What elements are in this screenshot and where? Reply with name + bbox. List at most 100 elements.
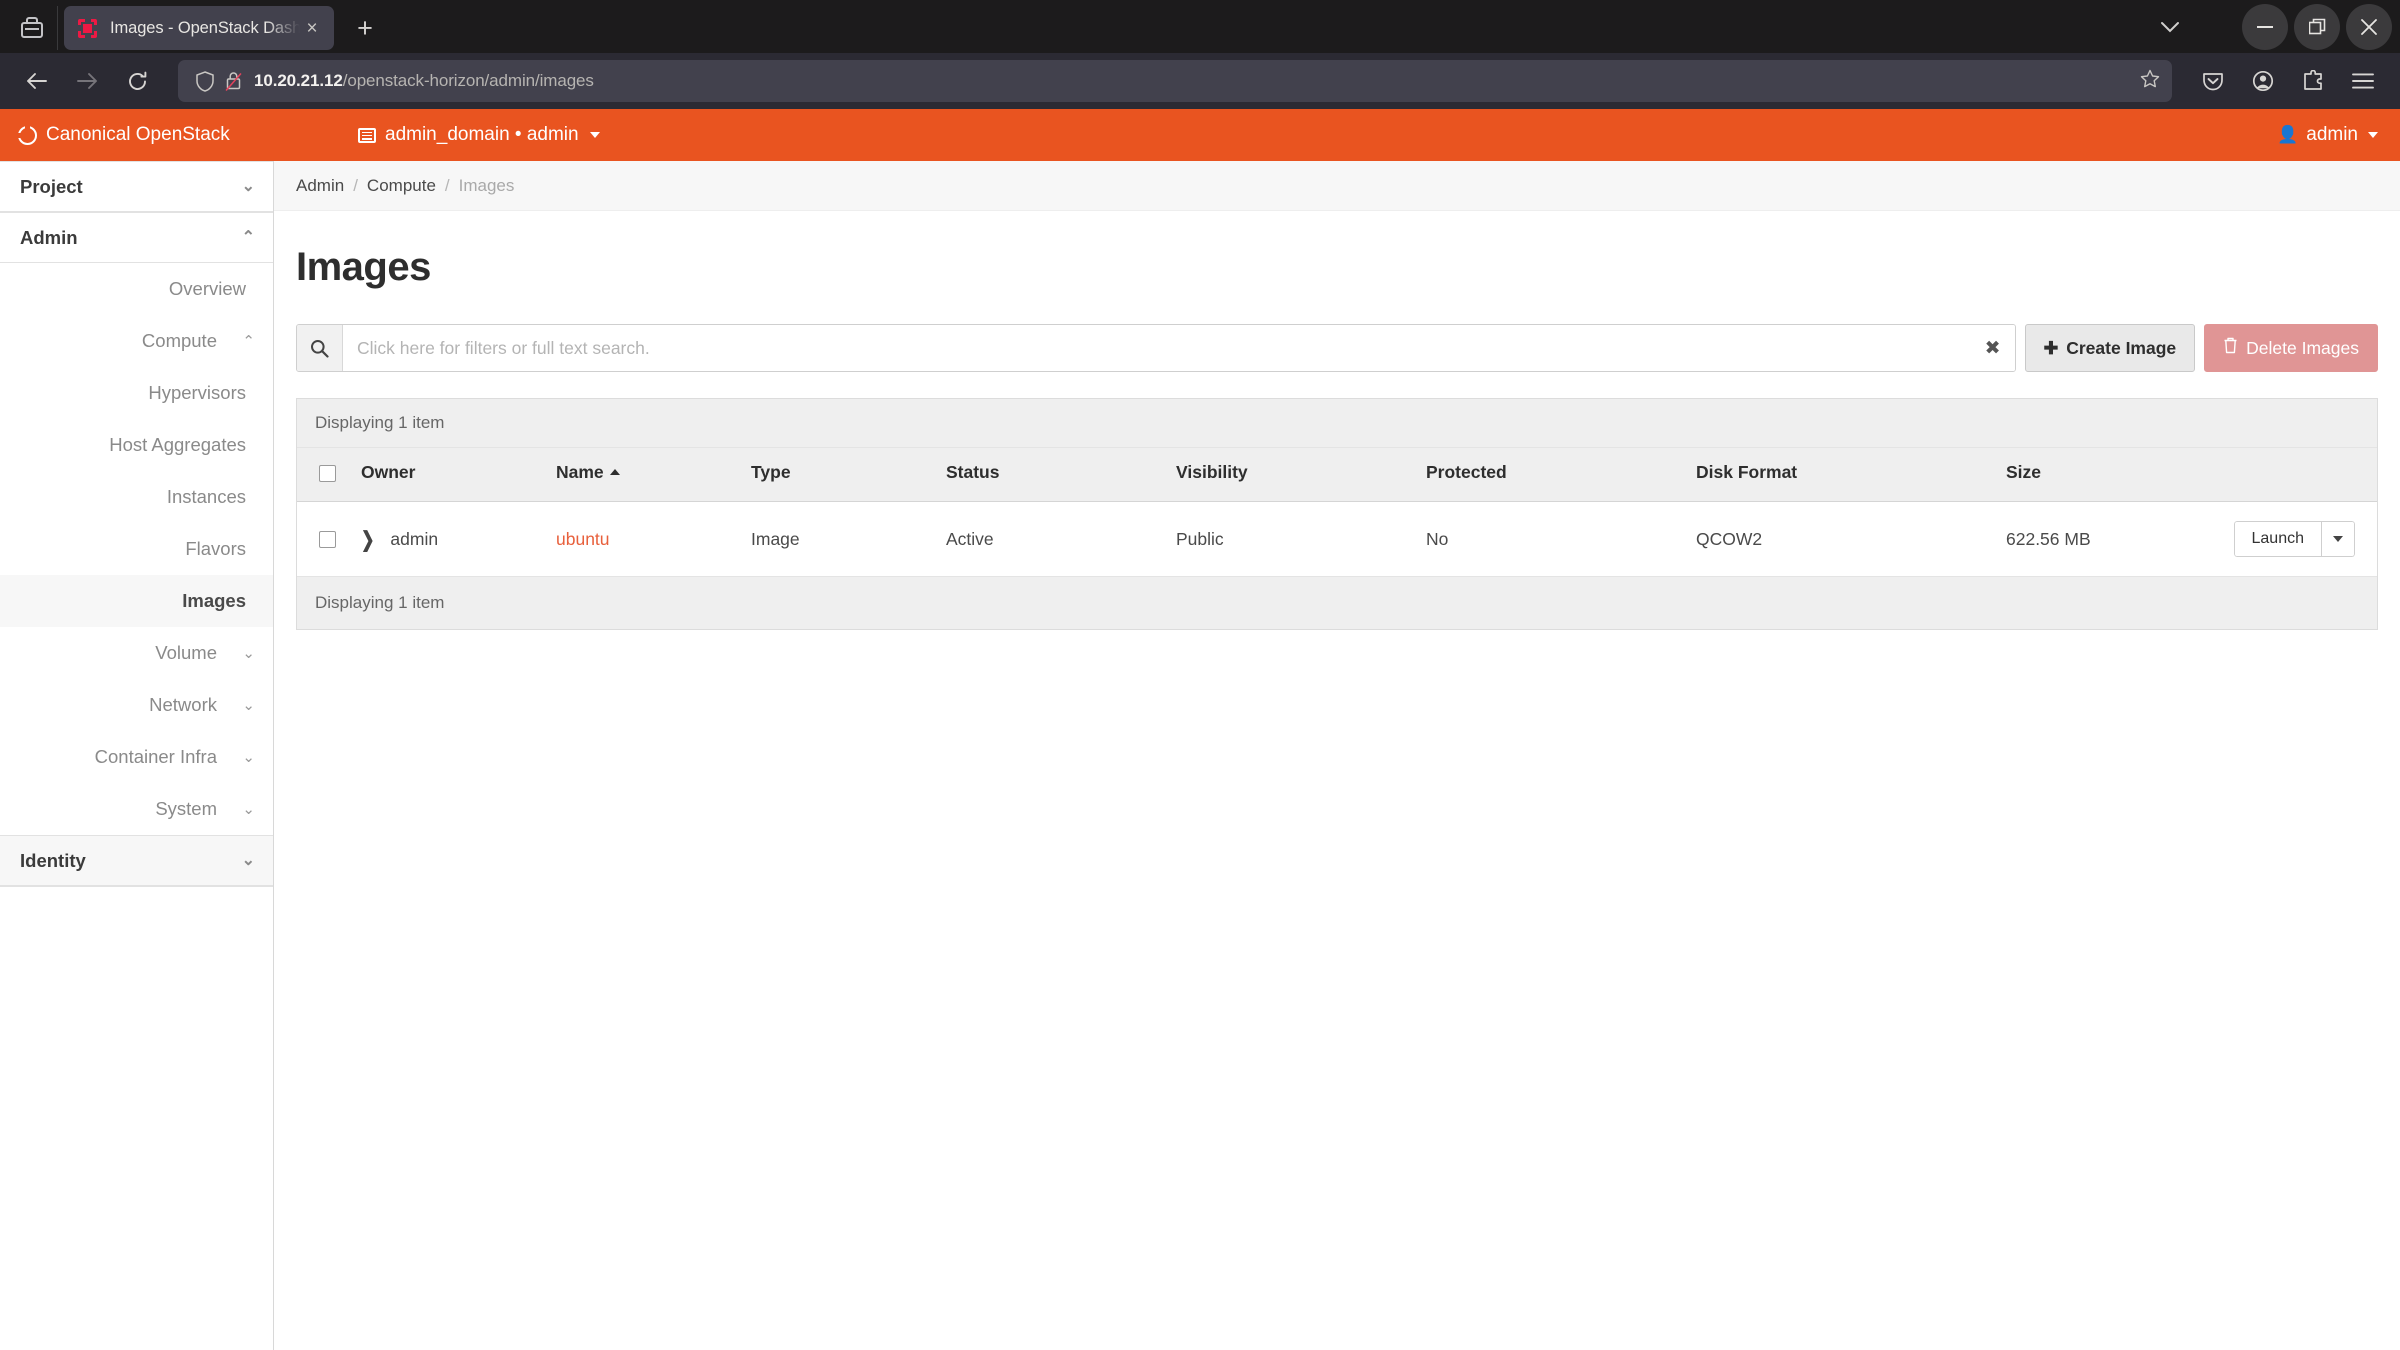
sidebar-item-system[interactable]: System	[0, 783, 273, 835]
back-button[interactable]	[14, 58, 60, 104]
launch-split-button: Launch	[2233, 521, 2355, 557]
sidebar-item-container-infra[interactable]: Container Infra	[0, 731, 273, 783]
sidebar-item-label: Flavors	[185, 538, 246, 559]
window-controls	[2148, 0, 2392, 53]
tab-list-chevron-down-icon[interactable]	[2148, 5, 2192, 49]
breadcrumb: Admin / Compute / Images	[274, 161, 2400, 211]
column-header-actions	[2150, 448, 2377, 502]
launch-button[interactable]: Launch	[2233, 521, 2322, 557]
table-count-bottom: Displaying 1 item	[297, 577, 2377, 629]
sidebar-group-admin[interactable]: Admin	[0, 212, 273, 263]
reload-button[interactable]	[114, 58, 160, 104]
delete-images-label: Delete Images	[2246, 337, 2359, 358]
user-menu[interactable]: 👤 admin	[2277, 124, 2378, 146]
openstack-topbar: Canonical OpenStack admin_domain • admin…	[0, 109, 2400, 161]
bookmark-star-icon[interactable]	[2140, 69, 2160, 93]
openstack-favicon	[77, 17, 98, 39]
filter-search-bar[interactable]: ✖	[296, 324, 2016, 372]
column-header-type[interactable]: Type	[741, 448, 936, 502]
search-input[interactable]	[343, 325, 1971, 371]
sidebar-group-identity[interactable]: Identity	[0, 835, 273, 886]
breadcrumb-separator: /	[444, 175, 450, 195]
column-header-owner[interactable]: Owner	[351, 448, 546, 502]
table-row[interactable]: ❯ admin ubuntu Image Active Public No QCO…	[297, 501, 2377, 577]
breadcrumb-item-compute[interactable]: Compute	[367, 176, 436, 196]
sidebar-item-host-aggregates[interactable]: Host Aggregates	[0, 419, 273, 471]
column-header-status[interactable]: Status	[936, 448, 1166, 502]
sidebar-item-flavors[interactable]: Flavors	[0, 523, 273, 575]
restore-button[interactable]	[2294, 3, 2340, 50]
url-text: 10.20.21.12/openstack-horizon/admin/imag…	[254, 71, 594, 91]
select-all-checkbox[interactable]	[319, 464, 336, 482]
cell-owner: ❯ admin	[351, 501, 546, 577]
project-list-icon	[358, 127, 376, 143]
browser-navigation-bar: 10.20.21.12/openstack-horizon/admin/imag…	[0, 53, 2400, 109]
sidebar-item-label: Compute	[141, 330, 217, 351]
expand-row-chevron-right-icon[interactable]: ❯	[361, 527, 374, 553]
extensions-icon[interactable]	[2290, 58, 2336, 104]
close-tab-icon[interactable]: ×	[300, 16, 324, 40]
cell-disk-format: QCOW2	[1686, 501, 1996, 577]
breadcrumb-item-admin[interactable]: Admin	[296, 176, 344, 196]
firefox-view-button[interactable]	[6, 6, 58, 50]
breadcrumb-separator: /	[353, 175, 358, 195]
forward-button[interactable]	[64, 58, 110, 104]
clear-search-icon[interactable]: ✖	[1970, 325, 2015, 371]
sidebar-item-instances[interactable]: Instances	[0, 471, 273, 523]
cell-visibility: Public	[1166, 501, 1416, 577]
create-image-button[interactable]: ✚ Create Image	[2024, 324, 2196, 372]
sidebar-item-label: Host Aggregates	[109, 434, 246, 455]
account-icon[interactable]	[2240, 58, 2286, 104]
column-header-name[interactable]: Name	[546, 448, 741, 502]
sidebar-item-hypervisors[interactable]: Hypervisors	[0, 367, 273, 419]
image-name-link[interactable]: ubuntu	[556, 529, 610, 549]
tab-title: Images - OpenStack Dash	[110, 18, 300, 37]
images-table-card: Displaying 1 item Owner Name Type Status…	[296, 398, 2378, 630]
sidebar-item-network[interactable]: Network	[0, 679, 273, 731]
column-header-disk-format[interactable]: Disk Format	[1686, 448, 1996, 502]
sidebar-item-volume[interactable]: Volume	[0, 627, 273, 679]
close-window-button[interactable]	[2346, 3, 2392, 50]
sidebar-item-label: Container Infra	[94, 746, 217, 767]
column-header-size[interactable]: Size	[1996, 448, 2151, 502]
select-all-header[interactable]	[297, 448, 351, 502]
column-header-protected[interactable]: Protected	[1416, 448, 1686, 502]
domain-project-label: admin_domain • admin	[385, 124, 579, 145]
minimize-button[interactable]	[2242, 3, 2288, 50]
sidebar-group-project[interactable]: Project	[0, 161, 273, 212]
page-title: Images	[296, 245, 431, 289]
chevron-down-icon	[242, 750, 255, 765]
chevron-down-icon	[2333, 536, 2343, 542]
tracking-protection-shield-icon[interactable]	[192, 70, 218, 92]
chevron-down-icon	[242, 646, 255, 661]
column-header-name-label: Name	[556, 462, 604, 482]
tab-strip: Images - OpenStack Dash × +	[0, 0, 2400, 53]
pocket-icon[interactable]	[2190, 58, 2236, 104]
domain-project-switcher[interactable]: admin_domain • admin	[358, 124, 600, 146]
brand[interactable]: Canonical OpenStack	[0, 123, 274, 146]
hamburger-menu-icon[interactable]	[2340, 58, 2386, 104]
launch-dropdown-toggle[interactable]	[2322, 521, 2355, 557]
column-header-visibility[interactable]: Visibility	[1166, 448, 1416, 502]
browser-tab[interactable]: Images - OpenStack Dash ×	[64, 6, 334, 50]
row-checkbox[interactable]	[319, 531, 336, 549]
url-bar[interactable]: 10.20.21.12/openstack-horizon/admin/imag…	[178, 60, 2172, 102]
sidebar-item-overview[interactable]: Overview	[0, 263, 273, 315]
chevron-up-icon	[242, 334, 255, 349]
sort-ascending-icon	[609, 469, 620, 475]
brand-label: Canonical OpenStack	[46, 124, 230, 145]
sidebar-item-label: System	[155, 798, 217, 819]
delete-images-button[interactable]: Delete Images	[2204, 324, 2378, 372]
sidebar-item-label: Network	[149, 694, 217, 715]
sidebar-item-compute[interactable]: Compute	[0, 315, 273, 367]
sidebar-item-images[interactable]: Images	[0, 575, 273, 627]
sidebar-group-label: Admin	[20, 226, 78, 248]
chevron-down-icon	[2368, 132, 2378, 138]
insecure-lock-icon[interactable]	[218, 71, 248, 91]
new-tab-button[interactable]: +	[344, 7, 386, 49]
images-table: Owner Name Type Status Visibility Protec…	[297, 448, 2377, 577]
table-count-top: Displaying 1 item	[297, 399, 2377, 448]
row-select-cell[interactable]	[297, 501, 351, 577]
cell-protected: No	[1416, 501, 1686, 577]
cell-name: ubuntu	[546, 501, 741, 577]
